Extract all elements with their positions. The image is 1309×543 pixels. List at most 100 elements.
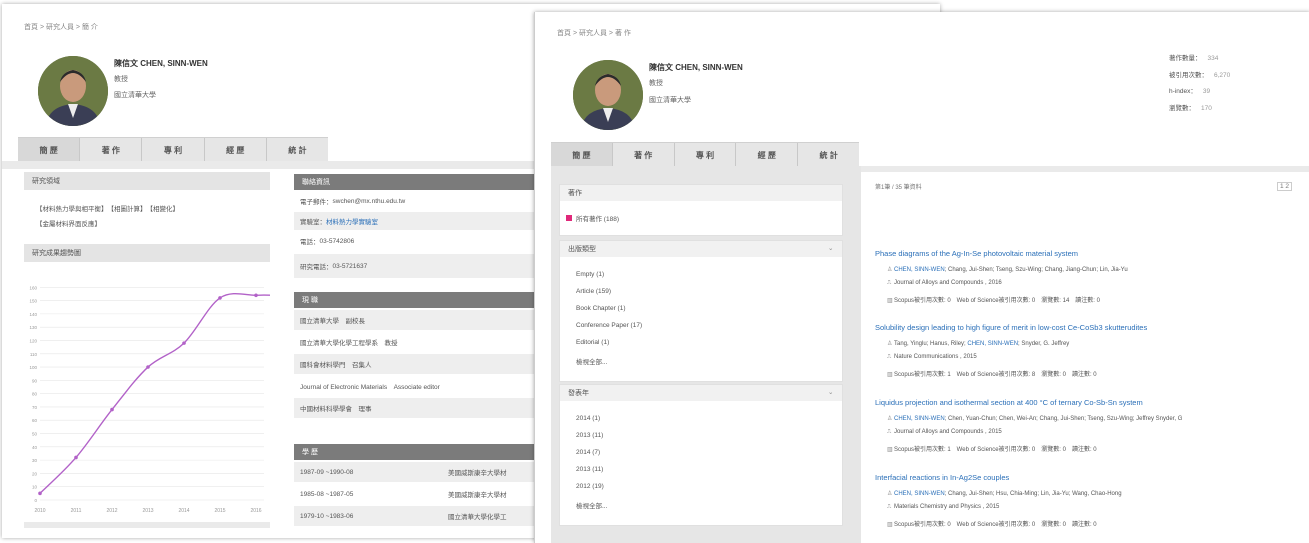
paper-authors: ♙ CHEN, SINN-WEN; Chang, Jui-Shen; Tseng,… [887,267,1128,273]
facet-item[interactable]: Editorial (1) [576,339,609,346]
positions-header: 現 職 [294,292,534,308]
tab-statistics[interactable]: 統 計 [798,143,859,167]
person-icon: ♙ [887,416,893,422]
y-tick-label: 10 [32,485,38,490]
avatar [573,60,643,130]
person-icon: ♙ [887,267,893,273]
facet-item[interactable]: Empty (1) [576,271,604,278]
y-tick-label: 100 [29,365,37,370]
data-point[interactable] [110,407,114,412]
lab-link[interactable]: 材料熱力學實驗室 [326,216,378,226]
y-tick-label: 90 [32,378,38,383]
data-point[interactable] [254,293,258,298]
education-row: 1979-10 ~1983-06 國立清華大學化學工 [294,506,534,526]
profile-title: 教授 [114,76,128,83]
tab-resume[interactable]: 簡 歷 [551,143,613,167]
contact-row: 研究電話： 03-5721637 [294,254,534,278]
chevron-down-icon[interactable]: ⌄ [828,388,833,396]
chart-icon: ▥ [887,522,893,528]
paper-title[interactable]: Solubility design leading to high figure… [875,323,1147,332]
research-line: 【材料熱力學與相平衡】 【相圖計算】 【相變化】 [36,206,179,213]
contact-row: 實驗室： 材料熱力學實驗室 [294,212,534,230]
facet-item[interactable]: 2012 (19) [576,483,604,490]
person-icon: ♙ [887,341,893,347]
x-tick-label: 2015 [214,508,225,514]
chevron-down-icon[interactable]: ⌄ [828,244,833,252]
tab-patents[interactable]: 專 利 [142,138,205,162]
facet-item-all[interactable]: 所有著作 (188) [566,213,619,223]
facet-year: 發表年 ⌄ 2014 (1) 2013 (11) 2014 (7) 2013 (… [559,384,843,526]
facet-item[interactable]: 2014 (1) [576,415,600,422]
research-panel-header: 研究領域 [24,172,270,190]
profile-title: 教授 [649,80,663,87]
data-point[interactable] [74,455,78,460]
publications-window: 首頁 > 研究人員 > 著 作 陳信文 CHEN, SINN-WEN 教授 國立… [534,12,1309,543]
paper-journal: ⎍ Journal of Alloys and Compounds , 2016 [887,280,1002,286]
paper-title[interactable]: Liquidus projection and isothermal secti… [875,398,1143,407]
position-row: 國立清華大學化學工程學系 教授 [300,340,398,347]
x-tick-label: 2011 [71,508,82,514]
data-point[interactable] [182,341,186,345]
book-icon: ⎍ [887,429,892,435]
facet-item[interactable]: Article (159) [576,288,611,295]
paper-journal: ⎍ Materials Chemistry and Physics , 2015 [887,504,1000,510]
paper-title[interactable]: Phase diagrams of the Ag-In-Se photovolt… [875,249,1078,258]
profile-name: 陳信文 CHEN, SINN-WEN [649,63,743,72]
book-icon: ⎍ [887,280,892,286]
y-tick-label: 50 [32,432,38,437]
view-all-link[interactable]: 檢視全部... [576,356,607,366]
result-count: 第1筆 / 35 筆資料 [875,185,922,191]
paper-authors: ♙ CHEN, SINN-WEN; Chang, Jui-Shen; Hsu, C… [887,491,1122,497]
facet-item[interactable]: 2014 (7) [576,449,600,456]
tab-experience[interactable]: 經 歷 [205,138,267,162]
pager[interactable]: 1 2 [1277,182,1293,191]
paper-metrics: ▥Scopus被引用次數: 0 Web of Science被引用次數: 0 瀏… [887,298,1100,304]
view-all-link[interactable]: 檢視全部... [576,500,607,510]
pink-marker-icon [566,215,572,221]
y-tick-label: 0 [34,498,37,503]
education-row: 1987-09 ~1990-08 美國威斯康辛大學材 [294,462,534,482]
book-icon: ⎍ [887,504,892,510]
y-tick-label: 150 [29,299,37,304]
data-point[interactable] [38,491,42,496]
tab-resume[interactable]: 簡 歷 [18,138,81,162]
facet-item[interactable]: Book Chapter (1) [576,305,626,312]
trend-chart: 0 10 20 30 40 50 60 70 80 90 100 110 120 130 140 150 160… [29,285,270,514]
paper-title[interactable]: Interfacial reactions in In-Ag2Se couple… [875,473,1009,482]
tab-patents[interactable]: 專 利 [675,143,737,167]
stat-h-index: h-index： 39 [1169,88,1211,95]
tab-publications[interactable]: 著 作 [613,143,675,167]
panel-bottom [24,522,270,528]
y-tick-label: 60 [32,418,38,423]
paper-journal: ⎍ Journal of Alloys and Compounds , 2015 [887,429,1002,435]
research-line: 【金屬材料界面反應】 [36,221,101,228]
data-point[interactable] [218,296,222,300]
y-tick-label: 20 [32,471,38,476]
tab-statistics[interactable]: 統 計 [267,138,328,162]
avatar [38,56,108,126]
tab-experience[interactable]: 經 歷 [736,143,799,167]
book-icon: ⎍ [887,354,892,360]
y-tick-label: 130 [29,325,37,330]
facet-item[interactable]: 2013 (11) [576,432,603,439]
facet-header: 出版類型 [560,241,842,257]
tab-publications[interactable]: 著 作 [80,138,143,162]
data-point[interactable] [146,365,150,369]
profile-name: 陳信文 CHEN, SINN-WEN [114,59,208,68]
y-tick-label: 140 [29,312,37,317]
contact-row: 電話： 03-5742806 [300,237,355,247]
x-tick-label: 2016 [250,508,261,514]
stat-citations: 被引用次數： 6,270 [1169,72,1231,79]
stat-views: 瀏覽數： 170 [1169,105,1212,112]
paper-metrics: ▥Scopus被引用次數: 0 Web of Science被引用次數: 0 瀏… [887,522,1097,528]
paper-metrics: ▥Scopus被引用次數: 1 Web of Science被引用次數: 8 瀏… [887,372,1097,378]
facet-item[interactable]: 2013 (11) [576,466,603,473]
position-row: 國立清華大學 副校長 [294,310,534,330]
facet-item[interactable]: Conference Paper (17) [576,322,642,329]
facet-type: 出版類型 ⌄ Empty (1) Article (159) Book Chap… [559,240,843,382]
chart-panel-header: 研究成果趨勢圖 [24,244,270,262]
education-header: 學 歷 [294,444,534,460]
x-tick-label: 2013 [142,508,153,514]
paper-metrics: ▥Scopus被引用次數: 1 Web of Science被引用次數: 0 瀏… [887,447,1097,453]
y-tick-label: 80 [32,392,38,397]
